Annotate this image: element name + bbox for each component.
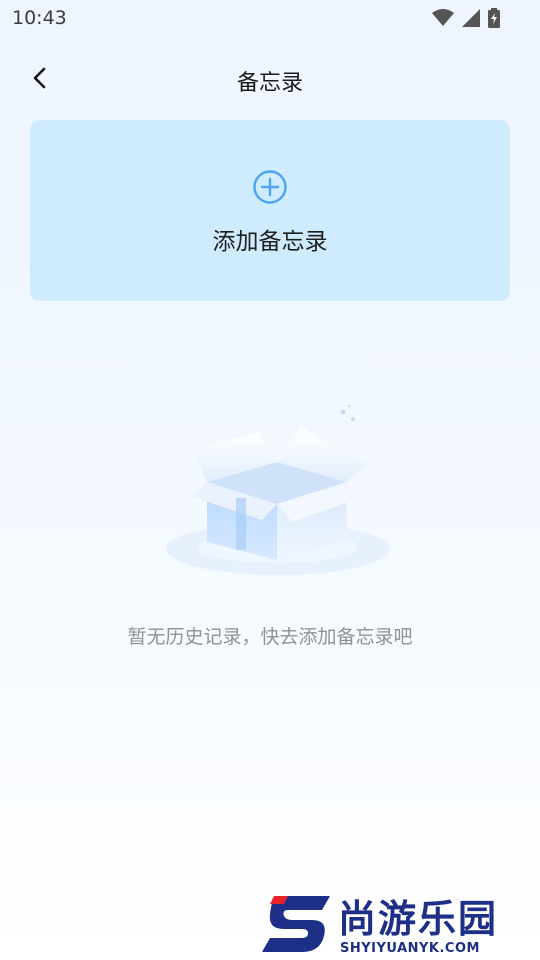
status-bar: 10:43 [0, 0, 540, 36]
page-title: 备忘录 [236, 71, 303, 96]
top-app-bar: 备忘录 [0, 52, 540, 104]
add-memo-label: 添加备忘录 [212, 229, 328, 255]
watermark-url: SHYIYUANYK.COM [340, 941, 480, 956]
status-icons [432, 8, 500, 28]
battery-icon [488, 8, 500, 28]
add-memo-card[interactable]: 添加备忘录 [30, 120, 510, 301]
watermark-brand: 尚游乐园 [338, 897, 499, 941]
plus-circle-icon [253, 170, 287, 204]
wifi-icon [432, 9, 454, 26]
site-watermark: 尚游乐园 SHYIYUANYK.COM [258, 888, 540, 960]
status-time: 10:43 [12, 7, 67, 29]
brand-logo-icon [262, 896, 330, 952]
signal-icon [462, 9, 480, 27]
empty-state-message: 暂无历史记录，快去添加备忘录吧 [127, 626, 413, 648]
empty-box-illustration [166, 404, 390, 575]
